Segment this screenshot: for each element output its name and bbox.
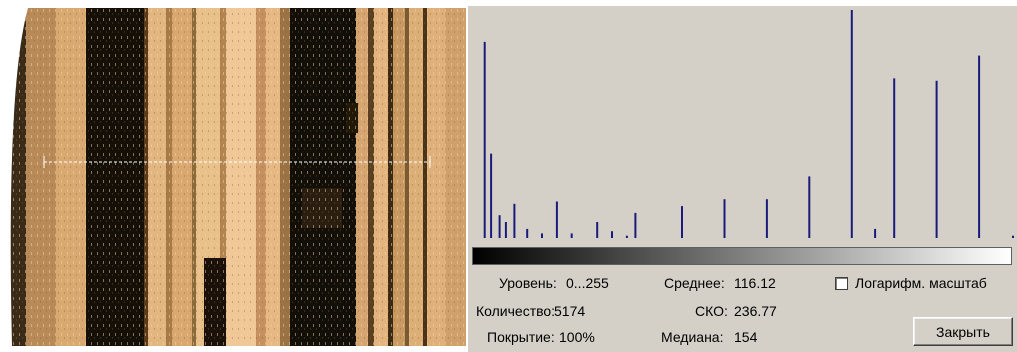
histogram-panel: Уровень: 0...255 Количество: 5174 Покрыт… [468,6,1017,352]
level-value: 0...255 [566,275,609,291]
std-value: 236.77 [734,303,777,319]
coverage-value: 100% [559,329,595,345]
intensity-gradient-bar [472,247,1012,265]
histogram-svg [483,10,1014,238]
std-label: СКО: [695,303,728,319]
log-scale-label[interactable]: Логарифм. масштаб [855,275,987,291]
median-value: 154 [734,329,758,345]
log-scale-checkbox[interactable] [835,277,848,290]
coverage-label: Покрытие: [487,329,555,345]
image-preview[interactable] [6,8,466,346]
level-label: Уровень: [499,275,557,291]
histogram-window: Уровень: 0...255 Количество: 5174 Покрыт… [0,0,1017,352]
median-label: Медиана: [661,329,724,345]
mean-label: Среднее: [664,275,725,291]
close-button-label: Закрыть [936,323,990,340]
mean-value: 116.12 [734,275,776,291]
microscope-image [6,8,466,346]
histogram-chart [468,6,1017,238]
count-label: Количество: [476,303,556,319]
count-value: 5174 [554,303,586,319]
close-button[interactable]: Закрыть [913,317,1013,346]
